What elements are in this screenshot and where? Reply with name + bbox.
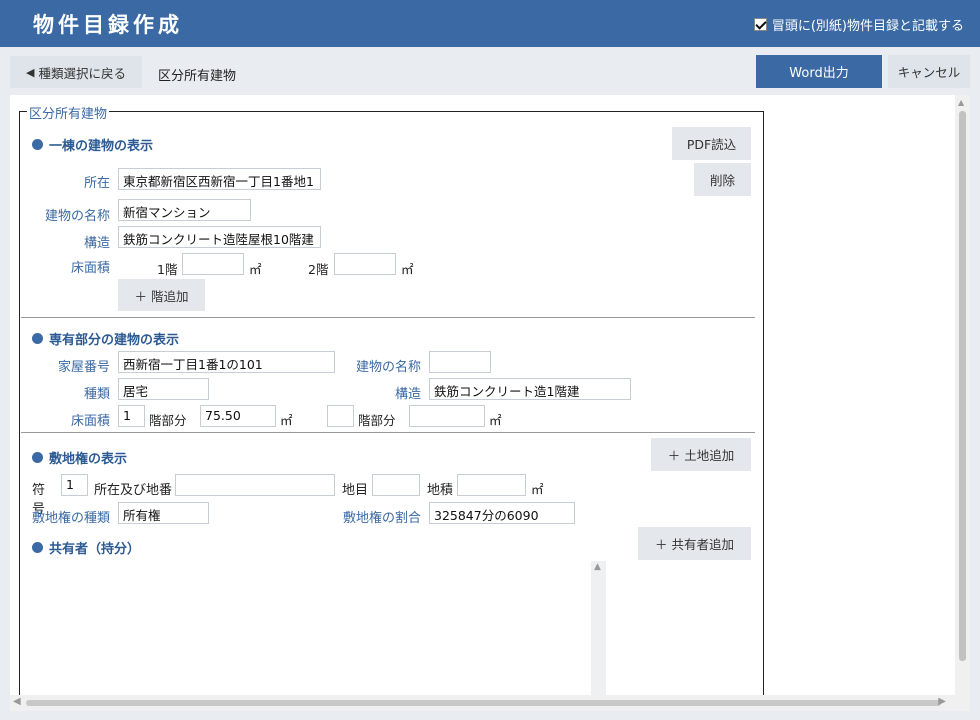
cover-note-label: 冒頭に(別紙)物件目録と記載する bbox=[771, 19, 964, 34]
building-name-input[interactable]: 新宿マンション bbox=[118, 199, 251, 221]
land-area-label: 地積 bbox=[427, 483, 454, 498]
symbol-input[interactable]: 1 bbox=[61, 474, 88, 496]
add-owner-button[interactable]: ＋ 共有者追加 bbox=[638, 527, 751, 560]
floor-2-label: 2階 bbox=[308, 262, 329, 277]
owners-scrollbar[interactable]: ▲ ▼ bbox=[591, 561, 606, 695]
back-button[interactable]: ◀ 種類選択に戻る bbox=[10, 56, 142, 88]
unit-structure-label: 構造 bbox=[394, 387, 421, 402]
add-floor-button[interactable]: ＋ 階追加 bbox=[118, 279, 205, 311]
unit-type-input[interactable]: 居宅 bbox=[118, 378, 209, 400]
bullet-icon bbox=[32, 333, 43, 344]
form-panel: 区分所有建物 一棟の建物の表示 PDF読込 削除 所在 東京都新宿区西新宿一丁目… bbox=[10, 95, 955, 695]
building-heading-text: 一棟の建物の表示 bbox=[49, 139, 154, 154]
building-name-label: 建物の名称 bbox=[44, 209, 110, 224]
unit-area-2-input[interactable] bbox=[409, 405, 485, 427]
cancel-button[interactable]: キャンセル bbox=[888, 55, 970, 88]
structure-label: 構造 bbox=[83, 236, 110, 251]
land-area-input[interactable] bbox=[457, 474, 526, 496]
cover-note-checkbox[interactable]: 冒頭に(別紙)物件目録と記載する bbox=[753, 15, 964, 34]
land-heading-text: 敷地権の表示 bbox=[49, 452, 128, 467]
unit-floor-2-input[interactable] bbox=[327, 405, 354, 427]
floor-area-label: 床面積 bbox=[70, 261, 110, 276]
right-type-input[interactable]: 所有権 bbox=[118, 502, 209, 524]
back-button-label: 種類選択に戻る bbox=[38, 65, 126, 81]
breadcrumb: 区分所有建物 bbox=[158, 69, 237, 84]
horizontal-scroll-thumb[interactable] bbox=[26, 700, 941, 706]
building-section-heading: 一棟の建物の表示 bbox=[32, 135, 153, 154]
floor-1-unit: ㎡ bbox=[249, 262, 262, 277]
owners-list[interactable] bbox=[21, 561, 607, 695]
land-address-label: 所在及び地番 bbox=[94, 483, 173, 498]
location-label: 所在 bbox=[83, 176, 110, 191]
bullet-icon bbox=[32, 452, 43, 463]
pdf-import-button[interactable]: PDF読込 bbox=[672, 127, 751, 160]
unit-type-label: 種類 bbox=[83, 387, 110, 402]
floor-1-label: 1階 bbox=[157, 262, 178, 277]
floor-2-area-input[interactable] bbox=[334, 253, 396, 275]
bullet-icon bbox=[32, 139, 43, 150]
divider bbox=[21, 432, 755, 433]
check-icon[interactable] bbox=[753, 18, 767, 31]
unit-area-2-unit: ㎡ bbox=[489, 413, 502, 428]
location-input[interactable]: 東京都新宿区西新宿一丁目1番地1 bbox=[118, 168, 321, 190]
page-title: 物件目録作成 bbox=[33, 13, 183, 37]
unit-floor-1-input[interactable]: 1 bbox=[118, 405, 145, 427]
right-ratio-label: 敷地権の割合 bbox=[342, 511, 421, 526]
floor-1-area-input[interactable] bbox=[182, 253, 244, 275]
vertical-scrollbar[interactable]: ▲ bbox=[955, 95, 970, 695]
fieldset-legend: 区分所有建物 bbox=[27, 103, 110, 122]
owners-section-heading: 共有者（持分） bbox=[32, 538, 140, 557]
house-no-label: 家屋番号 bbox=[57, 360, 110, 375]
unit-area-1-unit: ㎡ bbox=[280, 413, 293, 428]
unit-name-input[interactable] bbox=[429, 351, 491, 373]
arrow-left-icon[interactable]: ◀ bbox=[13, 696, 21, 707]
toolbar: ◀ 種類選択に戻る 区分所有建物 Word出力 キャンセル bbox=[0, 47, 980, 95]
land-area-unit: ㎡ bbox=[531, 482, 544, 497]
unit-area-1-input[interactable]: 75.50 bbox=[200, 405, 276, 427]
bullet-icon bbox=[32, 542, 43, 553]
floor-2-unit: ㎡ bbox=[401, 262, 414, 277]
unit-section-heading: 専有部分の建物の表示 bbox=[32, 329, 179, 348]
word-export-button[interactable]: Word出力 bbox=[756, 55, 882, 88]
house-no-input[interactable]: 西新宿一丁目1番1の101 bbox=[118, 351, 335, 373]
land-category-input[interactable] bbox=[372, 474, 420, 496]
land-category-label: 地目 bbox=[342, 483, 369, 498]
add-land-button[interactable]: ＋ 土地追加 bbox=[651, 438, 751, 471]
land-address-input[interactable] bbox=[175, 474, 335, 496]
divider bbox=[21, 317, 755, 318]
structure-input[interactable]: 鉄筋コンクリート造陸屋根10階建 bbox=[118, 226, 321, 248]
land-section-heading: 敷地権の表示 bbox=[32, 448, 127, 467]
right-ratio-input[interactable]: 325847分の6090 bbox=[429, 502, 575, 524]
unit-floor-part-1-label: 階部分 bbox=[149, 413, 187, 428]
owners-heading-text: 共有者（持分） bbox=[49, 542, 141, 557]
horizontal-scrollbar[interactable]: ◀ ▶ bbox=[10, 695, 970, 711]
vertical-scroll-thumb[interactable] bbox=[959, 111, 966, 661]
delete-button[interactable]: 削除 bbox=[694, 163, 751, 196]
arrow-up-icon[interactable]: ▲ bbox=[594, 562, 601, 572]
unit-name-label: 建物の名称 bbox=[355, 360, 421, 375]
unit-floor-area-label: 床面積 bbox=[70, 414, 110, 429]
unit-structure-input[interactable]: 鉄筋コンクリート造1階建 bbox=[429, 378, 631, 400]
triangle-left-icon: ◀ bbox=[26, 65, 35, 79]
arrow-up-icon[interactable]: ▲ bbox=[958, 98, 964, 107]
arrow-right-icon[interactable]: ▶ bbox=[938, 696, 946, 707]
right-type-label: 敷地権の種類 bbox=[31, 511, 110, 526]
title-bar: 物件目録作成 冒頭に(別紙)物件目録と記載する bbox=[0, 0, 980, 47]
unit-floor-part-2-label: 階部分 bbox=[358, 413, 396, 428]
unit-heading-text: 専有部分の建物の表示 bbox=[49, 333, 180, 348]
